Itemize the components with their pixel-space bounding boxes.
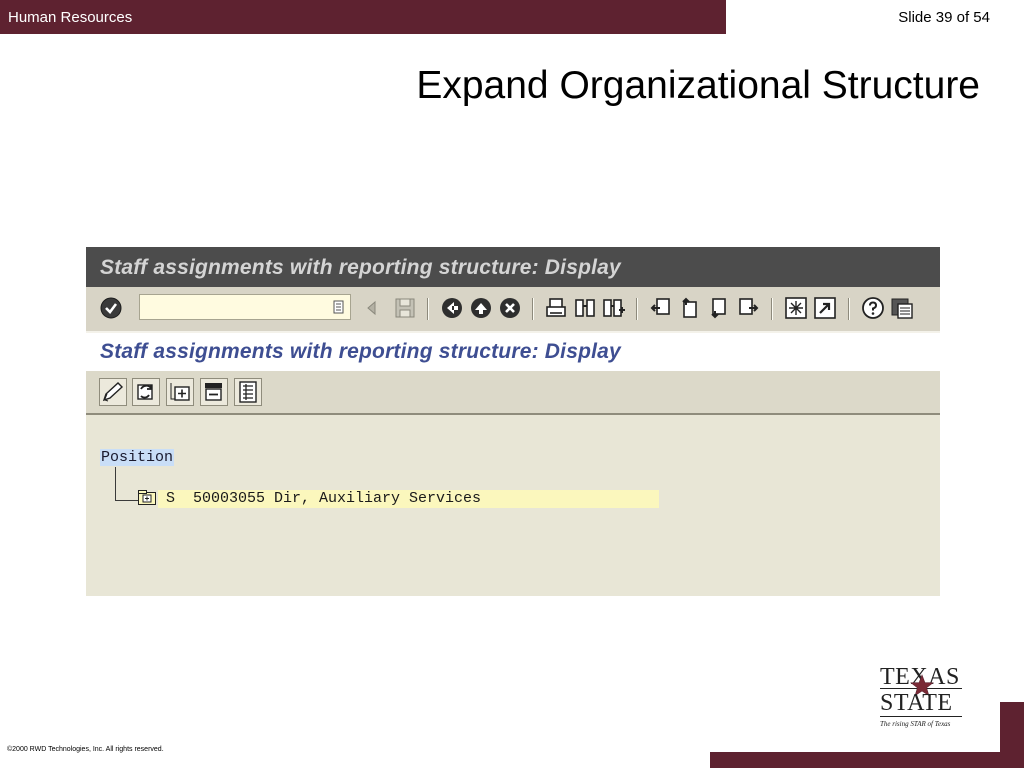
find-icon[interactable] <box>573 296 597 320</box>
application-toolbar <box>86 371 940 415</box>
footer-bar <box>710 752 1024 768</box>
logo-state-text: STATE <box>880 690 953 716</box>
toolbar-separator <box>848 298 849 320</box>
expand-node-icon[interactable] <box>138 490 156 506</box>
command-field[interactable] <box>139 294 351 320</box>
previous-page-icon[interactable] <box>678 296 702 320</box>
tree-node-row[interactable]: S 50003055 Dir, Auxiliary Services <box>158 490 659 508</box>
header-bar: Human Resources <box>0 0 726 34</box>
copyright-notice: ©2000 RWD Technologies, Inc. All rights … <box>7 746 164 753</box>
screen-title: Staff assignments with reporting structu… <box>100 340 621 363</box>
first-page-icon[interactable] <box>649 296 673 320</box>
tree-root-label[interactable]: Position <box>100 449 175 466</box>
collapse-subtree-icon[interactable] <box>200 378 228 406</box>
toolbar-separator <box>771 298 772 320</box>
edit-icon[interactable] <box>99 378 127 406</box>
last-page-icon[interactable] <box>736 296 760 320</box>
back-arrow-icon[interactable] <box>365 296 379 320</box>
find-next-icon[interactable] <box>602 296 626 320</box>
section-title: Human Resources <box>8 9 133 26</box>
logo-divider <box>880 716 962 717</box>
toolbar-separator <box>427 298 428 320</box>
slide-number: Slide 39 of 54 <box>898 9 990 26</box>
window-title: Staff assignments with reporting structu… <box>100 256 621 279</box>
sap-window: Staff assignments with reporting structu… <box>86 247 940 596</box>
standard-toolbar <box>86 287 940 333</box>
create-session-icon[interactable] <box>784 296 808 320</box>
refresh-icon[interactable] <box>132 378 160 406</box>
command-history-icon[interactable] <box>333 300 344 314</box>
back-icon[interactable] <box>440 296 464 320</box>
layout-icon[interactable] <box>890 296 914 320</box>
tree-connector <box>115 467 116 501</box>
cancel-icon[interactable] <box>498 296 522 320</box>
next-page-icon[interactable] <box>707 296 731 320</box>
texas-state-logo: TEXAS STATE The rising STAR of Texas <box>874 660 970 736</box>
sap-title-bar: Staff assignments with reporting structu… <box>86 247 940 287</box>
screen-header: Staff assignments with reporting structu… <box>86 333 940 371</box>
shortcut-icon[interactable] <box>813 296 837 320</box>
tree-node-text[interactable]: S 50003055 Dir, Auxiliary Services <box>166 490 481 507</box>
logo-tagline: The rising STAR of Texas <box>880 720 951 728</box>
command-input[interactable] <box>144 298 324 316</box>
structure-tree: Position S 50003055 Dir, Auxiliary Servi… <box>86 415 940 596</box>
toolbar-separator <box>532 298 533 320</box>
details-icon[interactable] <box>234 378 262 406</box>
exit-icon[interactable] <box>469 296 493 320</box>
toolbar-separator <box>636 298 637 320</box>
print-icon[interactable] <box>544 296 568 320</box>
expand-subtree-icon[interactable] <box>166 378 194 406</box>
footer-accent <box>1000 702 1024 752</box>
page-title: Expand Organizational Structure <box>416 64 980 107</box>
tree-connector <box>115 500 139 501</box>
enter-icon[interactable] <box>99 296 123 320</box>
help-icon[interactable] <box>861 296 885 320</box>
save-icon[interactable] <box>393 296 417 320</box>
